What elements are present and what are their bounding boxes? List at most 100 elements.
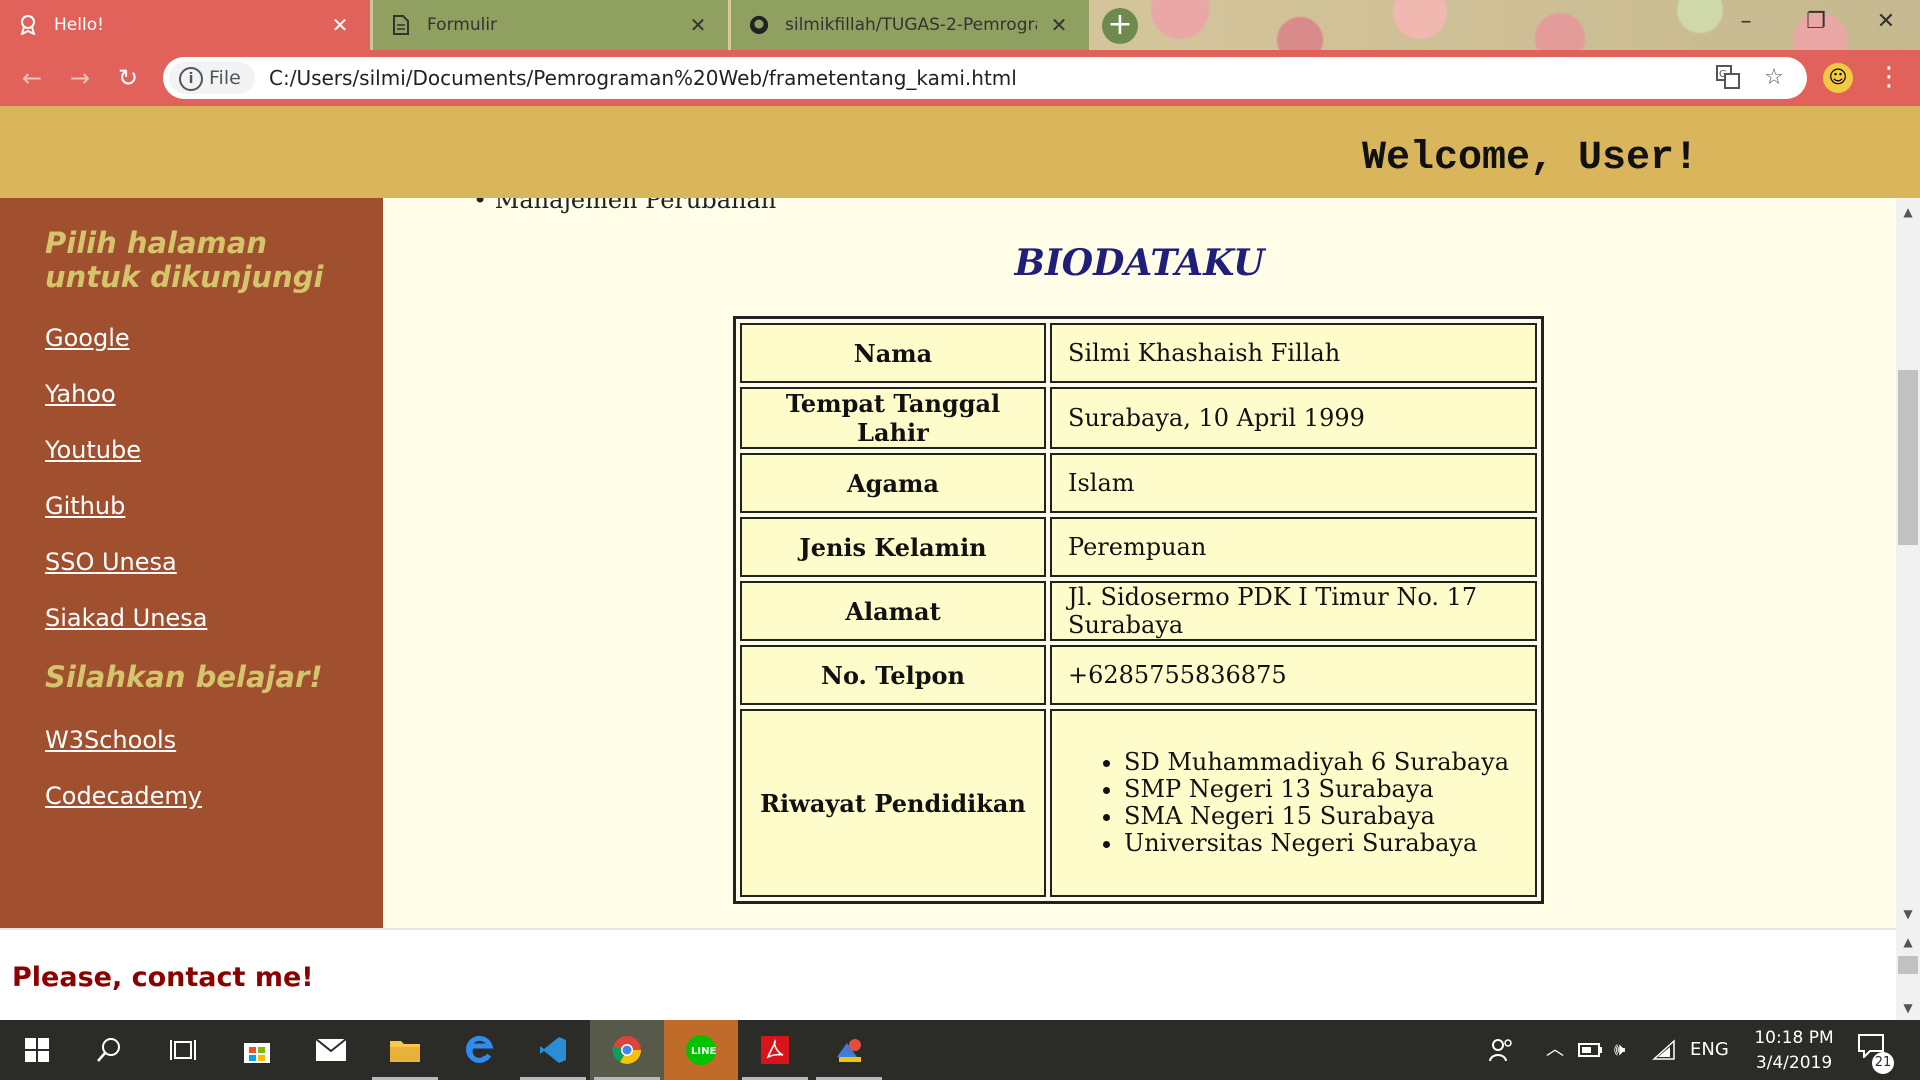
- wifi-icon[interactable]: [1652, 1020, 1676, 1080]
- row-key: Alamat: [740, 581, 1046, 641]
- table-row: Jenis Kelamin Perempuan: [740, 517, 1537, 577]
- file-explorer-icon[interactable]: [368, 1020, 442, 1080]
- battery-icon[interactable]: [1578, 1020, 1604, 1080]
- kebab-menu-icon[interactable]: ⋮: [1876, 60, 1902, 96]
- tab-title: Formulir: [427, 15, 498, 35]
- main-scrollbar[interactable]: [1896, 198, 1920, 928]
- tab-hello[interactable]: Hello! ✕: [0, 0, 370, 50]
- tab-title: Hello!: [54, 15, 104, 35]
- list-item-text: Manajemen Perubahan: [494, 198, 777, 214]
- github-icon: [749, 15, 769, 35]
- info-icon: i: [179, 67, 203, 91]
- windows-start-icon[interactable]: [0, 1020, 74, 1080]
- url-text[interactable]: C:/Users/silmi/Documents/Pemrograman%20W…: [269, 57, 1017, 99]
- tab-title: silmikfillah/TUGAS-2-Pemrograman: [785, 15, 1037, 35]
- tab-close-icon[interactable]: ✕: [328, 13, 352, 37]
- row-value: Perempuan: [1050, 517, 1537, 577]
- tab-formulir[interactable]: Formulir ✕: [373, 0, 728, 50]
- list-item: SMP Negeri 13 Surabaya: [1124, 776, 1519, 803]
- table-row: Agama Islam: [740, 453, 1537, 513]
- page-favicon-icon: [18, 15, 38, 35]
- scrollbar-thumb[interactable]: [1898, 956, 1918, 974]
- mail-icon[interactable]: [294, 1020, 368, 1080]
- row-value: SD Muhammadiyah 6 Surabaya SMP Negeri 13…: [1050, 709, 1537, 897]
- svg-text:G: G: [1719, 69, 1727, 80]
- site-info-chip[interactable]: i File: [169, 62, 255, 94]
- language-indicator[interactable]: ENG: [1690, 1020, 1729, 1080]
- edge-browser-icon[interactable]: [442, 1020, 516, 1080]
- chrome-icon[interactable]: [590, 1020, 664, 1080]
- scroll-up-icon[interactable]: ▲: [1898, 932, 1918, 952]
- translate-icon[interactable]: G: [1715, 65, 1741, 91]
- contact-text: Please, contact me!: [12, 962, 314, 993]
- list-item: SMA Negeri 15 Surabaya: [1124, 803, 1519, 830]
- list-item: SD Muhammadiyah 6 Surabaya: [1124, 749, 1519, 776]
- people-icon[interactable]: [1488, 1020, 1514, 1080]
- row-value: Surabaya, 10 April 1999: [1050, 387, 1537, 449]
- header-frame: Welcome, User!: [0, 106, 1920, 198]
- chevron-up-icon[interactable]: ︿: [1546, 1020, 1564, 1080]
- tab-strip: Hello! ✕ Formulir ✕ silmikfillah/TUGAS-2…: [0, 0, 1920, 50]
- table-row: Nama Silmi Khashaish Fillah: [740, 323, 1537, 383]
- restore-icon[interactable]: ❐: [1786, 0, 1846, 44]
- scroll-down-icon[interactable]: ▼: [1898, 998, 1918, 1018]
- sidebar-heading-learn: Silahkan belajar!: [45, 660, 323, 694]
- chip-label: File: [209, 67, 241, 89]
- list-item: • Manajemen Perubahan: [473, 198, 776, 214]
- table-row: Alamat Jl. Sidosermo PDK I Timur No. 17 …: [740, 581, 1537, 641]
- row-key: Nama: [740, 323, 1046, 383]
- row-value: +6285755836875: [1050, 645, 1537, 705]
- profile-avatar-icon[interactable]: ☺: [1823, 63, 1853, 93]
- scrollbar-thumb[interactable]: [1898, 370, 1918, 545]
- reload-icon[interactable]: ↻: [112, 62, 144, 94]
- browser-toolbar: ← → ↻ i File C:/Users/silmi/Documents/Pe…: [0, 50, 1920, 106]
- table-row: Tempat Tanggal Lahir Surabaya, 10 April …: [740, 387, 1537, 449]
- row-value: Silmi Khashaish Fillah: [1050, 323, 1537, 383]
- tab-github[interactable]: silmikfillah/TUGAS-2-Pemrograman ✕: [731, 0, 1089, 50]
- sidebar-link-codecademy[interactable]: Codecademy: [45, 782, 202, 810]
- biodata-table: Nama Silmi Khashaish Fillah Tempat Tangg…: [733, 316, 1544, 904]
- back-icon[interactable]: ←: [16, 62, 48, 94]
- store-icon[interactable]: [220, 1020, 294, 1080]
- acrobat-reader-icon[interactable]: [738, 1020, 812, 1080]
- search-icon[interactable]: [72, 1020, 146, 1080]
- close-window-icon[interactable]: ✕: [1856, 0, 1916, 44]
- row-value: Jl. Sidosermo PDK I Timur No. 17 Surabay…: [1050, 581, 1537, 641]
- sidebar-link-w3schools[interactable]: W3Schools: [45, 726, 176, 754]
- row-key: No. Telpon: [740, 645, 1046, 705]
- address-bar[interactable]: i File C:/Users/silmi/Documents/Pemrogra…: [163, 57, 1807, 99]
- sidebar-link-github[interactable]: Github: [45, 492, 125, 520]
- welcome-heading: Welcome, User!: [1361, 136, 1698, 181]
- sidebar-frame: Pilih halaman untuk dikunjungi Google Ya…: [0, 198, 383, 928]
- sidebar-link-youtube[interactable]: Youtube: [45, 436, 141, 464]
- row-key: Riwayat Pendidikan: [740, 709, 1046, 897]
- minimize-icon[interactable]: –: [1716, 0, 1776, 44]
- sidebar-link-siakad-unesa[interactable]: Siakad Unesa: [45, 604, 207, 632]
- row-key: Jenis Kelamin: [740, 517, 1046, 577]
- row-key: Agama: [740, 453, 1046, 513]
- table-row: Riwayat Pendidikan SD Muhammadiyah 6 Sur…: [740, 709, 1537, 897]
- sidebar-link-sso-unesa[interactable]: SSO Unesa: [45, 548, 177, 576]
- document-icon: [391, 15, 411, 35]
- forward-icon[interactable]: →: [64, 62, 96, 94]
- scroll-up-icon[interactable]: ▲: [1898, 202, 1918, 222]
- clock-date: 3/4/2019: [1755, 1053, 1833, 1073]
- line-app-icon[interactable]: LINE: [664, 1020, 738, 1080]
- main-frame: • Manajemen Perubahan BIODATAKU Nama Sil…: [383, 198, 1896, 928]
- bookmark-star-icon[interactable]: ☆: [1761, 65, 1787, 91]
- tab-close-icon[interactable]: ✕: [1047, 13, 1071, 37]
- sidebar-link-yahoo[interactable]: Yahoo: [45, 380, 116, 408]
- taskbar: LINE ︿ 🕪 ENG 10:18 PM 3/4/2019 21: [0, 1020, 1920, 1080]
- row-value: Islam: [1050, 453, 1537, 513]
- education-list: SD Muhammadiyah 6 Surabaya SMP Negeri 13…: [1068, 749, 1519, 857]
- new-tab-button[interactable]: +: [1102, 8, 1138, 44]
- footer-frame: Please, contact me!: [0, 928, 1896, 1020]
- task-view-icon[interactable]: [146, 1020, 220, 1080]
- tab-close-icon[interactable]: ✕: [686, 13, 710, 37]
- scroll-down-icon[interactable]: ▼: [1898, 904, 1918, 924]
- vscode-icon[interactable]: [516, 1020, 590, 1080]
- volume-icon[interactable]: 🕪: [1614, 1020, 1625, 1080]
- sidebar-link-google[interactable]: Google: [45, 324, 130, 352]
- paint-app-icon[interactable]: [812, 1020, 886, 1080]
- clock[interactable]: 10:18 PM 3/4/2019: [1744, 1026, 1844, 1076]
